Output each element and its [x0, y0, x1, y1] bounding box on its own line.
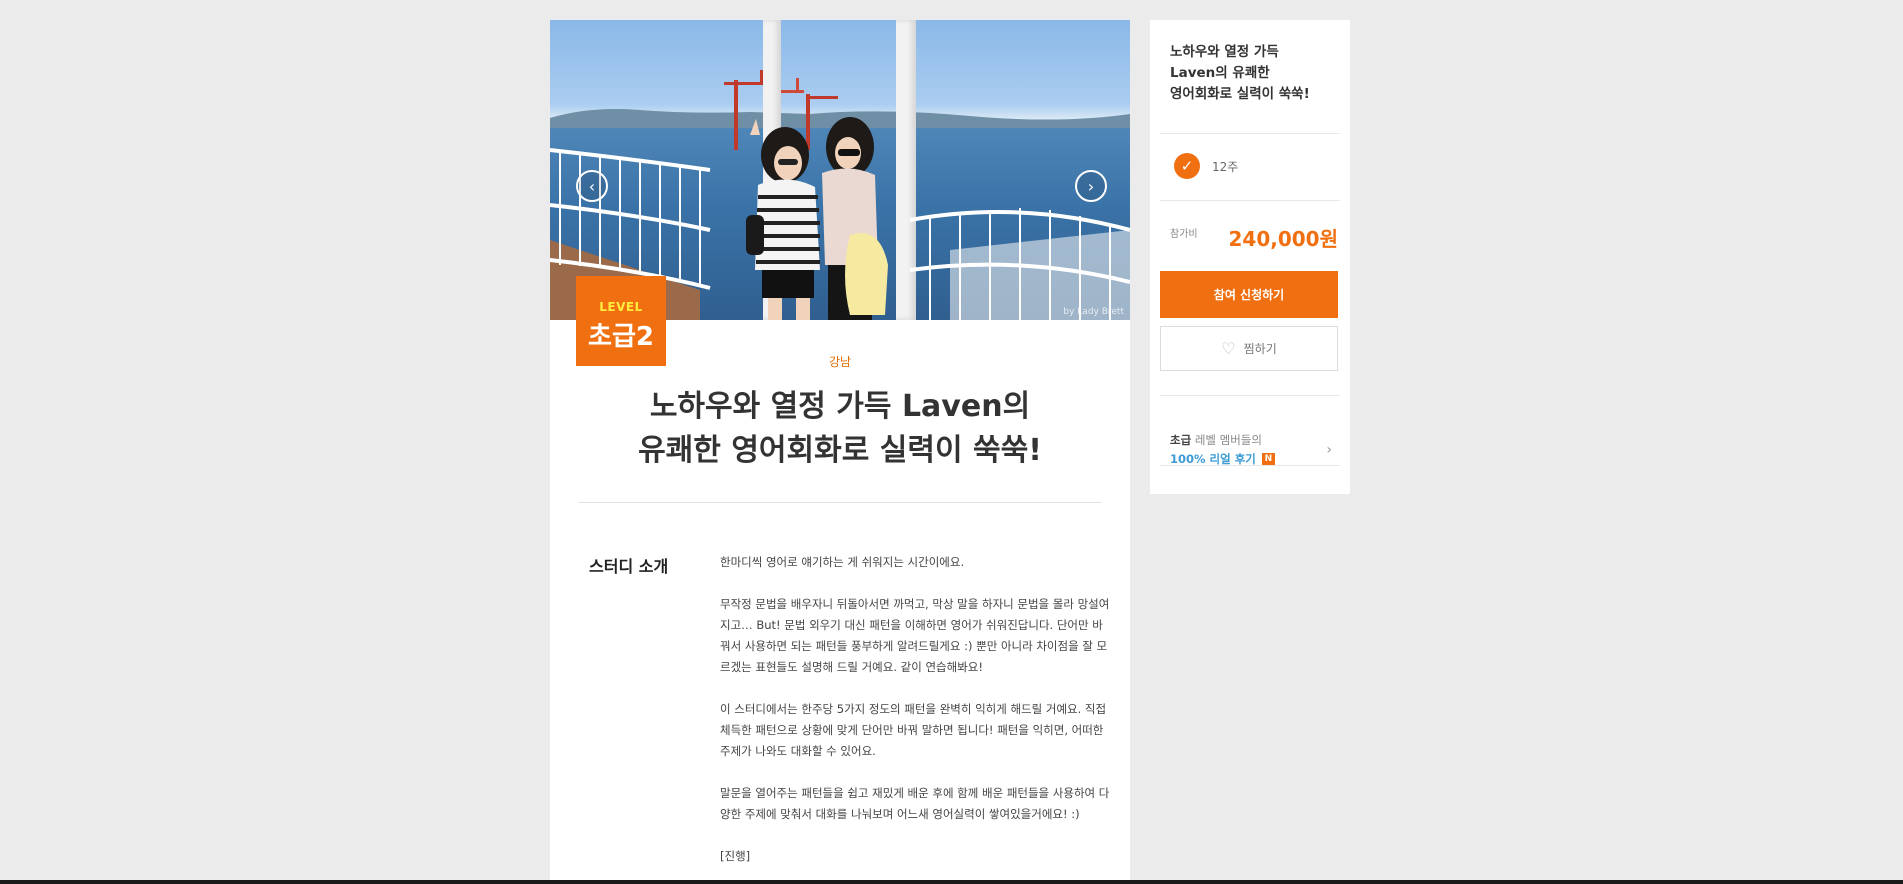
study-title-line: 유쾌한 영어회화로 실력이 쑥쑥!	[638, 433, 1042, 468]
sidebar-divider	[1160, 200, 1340, 201]
carousel-prev-button[interactable]: ‹	[576, 170, 608, 202]
photo-watermark: by Lady Brett	[1063, 307, 1124, 317]
intro-paragraph: 말문을 열어주는 패턴들을 쉽고 재밌게 배운 후에 함께 배운 패턴들을 사용…	[720, 786, 1110, 821]
sidebar-title-line: Laven의 유쾌한	[1170, 65, 1270, 81]
study-detail-card: ‹ › by Lady Brett LEVEL 초급2 강남 노하우와 열정 가…	[550, 20, 1130, 884]
carousel-next-button[interactable]: ›	[1075, 170, 1107, 202]
review-caption: 초급 레벨 멤버들의	[1170, 432, 1262, 448]
sidebar-divider	[1160, 395, 1340, 396]
wishlist-button[interactable]: ♡ 찜하기	[1160, 326, 1338, 371]
intro-body: 한마디씩 영어로 얘기하는 게 쉬워지는 시간이에요. 무작정 문법을 배우자니…	[720, 552, 1110, 884]
intro-heading: 스터디 소개	[589, 557, 669, 576]
hero-carousel: ‹ › by Lady Brett	[550, 20, 1130, 320]
chevron-left-icon: ‹	[588, 176, 596, 196]
level-badge-value: 초급2	[588, 322, 654, 352]
apply-button[interactable]: 참여 신청하기	[1160, 271, 1338, 318]
fee-label: 참가비	[1170, 229, 1198, 240]
intro-paragraph: [진행]	[720, 849, 751, 863]
chevron-right-icon: ›	[1087, 176, 1095, 196]
sidebar-title-line: 노하우와 열정 가득	[1170, 44, 1279, 60]
new-badge: N	[1261, 452, 1275, 466]
hero-photo-people	[746, 117, 888, 320]
duration-row: ✓ 12주	[1174, 153, 1238, 179]
chevron-right-icon: ›	[1326, 442, 1332, 458]
sidebar-title-line: 영어회화로 실력이 쑥쑥!	[1170, 86, 1310, 102]
study-title-line: 노하우와 열정 가득 Laven의	[649, 389, 1031, 424]
study-title: 노하우와 열정 가득 Laven의 유쾌한 영어회화로 실력이 쑥쑥!	[550, 385, 1130, 473]
review-level: 초급	[1170, 433, 1192, 447]
study-summary-sidebar: 노하우와 열정 가득 Laven의 유쾌한 영어회화로 실력이 쑥쑥! ✓ 12…	[1150, 20, 1350, 494]
section-divider	[578, 502, 1102, 503]
heart-outline-icon: ♡	[1221, 339, 1236, 358]
sidebar-divider	[1160, 465, 1340, 466]
wishlist-label: 찜하기	[1243, 342, 1277, 356]
fee-value: 240,000원	[1228, 227, 1339, 251]
intro-paragraph: 한마디씩 영어로 얘기하는 게 쉬워지는 시간이에요.	[720, 555, 965, 569]
intro-paragraph: 무작정 문법을 배우자니 뒤돌아서면 까먹고, 막상 말을 하자니 문법을 몰라…	[720, 597, 1110, 674]
bottom-bar	[0, 880, 1903, 884]
level-badge-label: LEVEL	[599, 300, 643, 314]
sidebar-title: 노하우와 열정 가득 Laven의 유쾌한 영어회화로 실력이 쑥쑥!	[1170, 42, 1335, 105]
study-location: 강남	[828, 355, 852, 369]
review-caption-suffix: 레벨 멤버들의	[1191, 433, 1262, 447]
duration-text: 12주	[1212, 159, 1239, 174]
intro-paragraph: 이 스터디에서는 한주당 5가지 정도의 패턴을 완벽히 익히게 해드릴 거예요…	[720, 702, 1107, 758]
check-circle-icon: ✓	[1174, 153, 1200, 179]
sidebar-divider	[1160, 133, 1340, 134]
